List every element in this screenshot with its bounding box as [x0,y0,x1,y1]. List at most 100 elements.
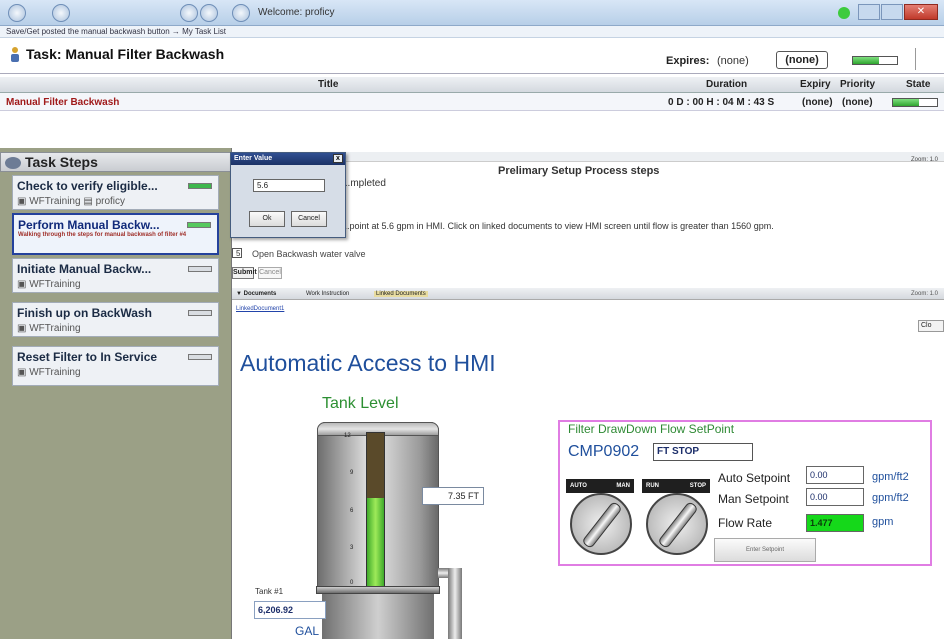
enter-setpoint-button[interactable]: Enter Setpoint [714,538,816,562]
step-finish-backwash[interactable]: Finish up on BackWash ▣ WFTraining [12,302,219,337]
step-complete-icon [188,183,212,189]
row-duration: 0 D : 00 H : 04 M : 43 S [668,97,775,108]
divider [915,48,916,70]
column-title[interactable]: Title [318,79,338,90]
close-document-button[interactable]: Clo [918,320,944,332]
window-title: Welcome: proficy [258,7,335,18]
volume-unit: GAL [295,624,320,638]
step-title: Check to verify eligible... [17,179,158,193]
task-title: Task: Manual Filter Backwash [26,46,225,62]
man-setpoint-value: 0.00 [806,488,864,506]
auto-man-switch[interactable]: AUTO MAN [566,479,634,555]
table-header: Title Duration Expiry Priority State [0,77,944,93]
dialog-cancel-button[interactable]: Cancel [291,211,327,227]
flow-rate-value: 1.477 [806,514,864,532]
step-title: Finish up on BackWash [17,306,152,320]
switch-header: RUN STOP [642,479,710,493]
step-perform-backwash[interactable]: Perform Manual Backw... Walking through … [12,213,219,255]
switch-left-label: AUTO [570,483,587,489]
minimize-button[interactable] [858,4,880,20]
submit-button[interactable]: Submit [232,267,257,279]
tank-level-fill [367,498,384,590]
gauge-tick-label: 9 [350,470,354,476]
column-state[interactable]: State [906,79,930,90]
refresh-icon[interactable] [180,4,198,22]
hmi-title: Automatic Access to HMI [240,350,496,376]
expires-value: (none) [717,55,749,67]
flow-rate-label: Flow Rate [718,516,773,530]
switch-header: AUTO MAN [566,479,634,493]
tank-number-label: Tank #1 [255,587,284,596]
status-badge: (none) [776,51,828,69]
gauge-tick-label: 3 [350,545,354,551]
step-title: Initiate Manual Backw... [17,262,152,276]
forward-icon[interactable] [52,4,70,22]
column-duration[interactable]: Duration [706,79,747,90]
step-reset-filter[interactable]: Reset Filter to In Service ▣ WFTraining [12,346,219,386]
checkbox-number: 5 [236,249,241,258]
selector-dial-icon [570,493,632,555]
instruction-text: ...point at 5.6 gpm in HMI. Click on lin… [342,221,774,231]
table-row[interactable]: Manual Filter Backwash 0 D : 00 H : 04 M… [0,93,944,111]
switch-left-label: RUN [646,483,659,489]
step-initiate-backwash[interactable]: Initiate Manual Backw... ▣ WFTraining [12,258,219,293]
backwash-checkbox-label: Open Backwash water valve [252,249,366,259]
dialog-title: Enter Value x [231,153,345,165]
man-setpoint-unit: gpm/ft2 [872,492,909,504]
documents-toggle[interactable]: ▼ Documents [236,291,276,297]
column-priority[interactable]: Priority [840,79,875,90]
tank-volume-readout: 6,206.92 [254,601,326,619]
step-user: ▣ WFTraining [17,367,81,378]
step-user: ▣ WFTraining [17,279,81,290]
step-progress-icon [187,222,211,228]
tank-base [316,586,440,594]
completed-text: ...mpleted [342,178,386,189]
ok-button[interactable]: Ok [249,211,285,227]
linked-document-link[interactable]: LinkedDocument1 [236,306,284,312]
step-title: Perform Manual Backw... [18,218,160,232]
back-icon[interactable] [8,4,26,22]
selector-dial-icon [646,493,708,555]
tab-linked-documents[interactable]: Linked Documents [374,291,428,297]
run-stop-switch[interactable]: RUN STOP [642,479,710,555]
home-icon[interactable] [232,4,250,22]
row-state-progress [892,98,938,107]
selector-knob [657,500,699,550]
tank-level-readout: 7.35 FT [422,487,484,505]
step-description: Walking through the steps for manual bac… [18,232,187,238]
step-check-eligible[interactable]: Check to verify eligible... ▣ WFTraining… [12,175,219,210]
row-expiry: (none) [802,97,833,108]
switch-right-label: MAN [616,483,630,489]
browser-titlebar: Welcome: proficy ✕ [0,0,944,26]
steps-header: Task Steps [0,152,232,172]
task-header: Task: Manual Filter Backwash Expires: (n… [0,38,944,74]
auto-setpoint-label: Auto Setpoint [718,471,791,485]
task-icon [11,47,19,62]
flow-panel-title: Filter DrawDown Flow SetPoint [568,422,735,436]
cancel-button[interactable]: Cancel [258,267,282,279]
dialog-title-text: Enter Value [234,155,273,162]
flow-setpoint-panel: Filter DrawDown Flow SetPoint CMP0902 FT… [558,420,932,566]
steps-icon [5,157,21,169]
maximize-button[interactable] [881,4,903,20]
close-window-button[interactable]: ✕ [904,4,938,20]
flow-rate-unit: gpm [872,516,894,528]
step-title: Reset Filter to In Service [17,350,158,364]
outlet-pipe-vertical [448,568,462,639]
step-pending-icon [188,310,212,316]
auto-setpoint-value: 0.00 [806,466,864,484]
task-progress-bar [852,56,898,65]
column-expiry[interactable]: Expiry [800,79,831,90]
switch-right-label: STOP [689,483,706,489]
close-icon[interactable]: x [333,154,343,163]
row-title: Manual Filter Backwash [6,97,120,108]
documents-zoom[interactable]: Zoom: 1.0 [911,291,938,297]
equipment-code: CMP0902 [568,443,640,460]
value-input[interactable]: 5.6 [253,179,325,192]
breadcrumb: Save/Get posted the manual backwash butt… [0,26,944,38]
process-title: Prelimary Setup Process steps [498,165,660,177]
zoom-label[interactable]: Zoom: 1.0 [911,157,938,163]
tab-work-instruction[interactable]: Work Instruction [306,291,349,297]
tank-stand [322,594,434,639]
stop-icon[interactable] [200,4,218,22]
